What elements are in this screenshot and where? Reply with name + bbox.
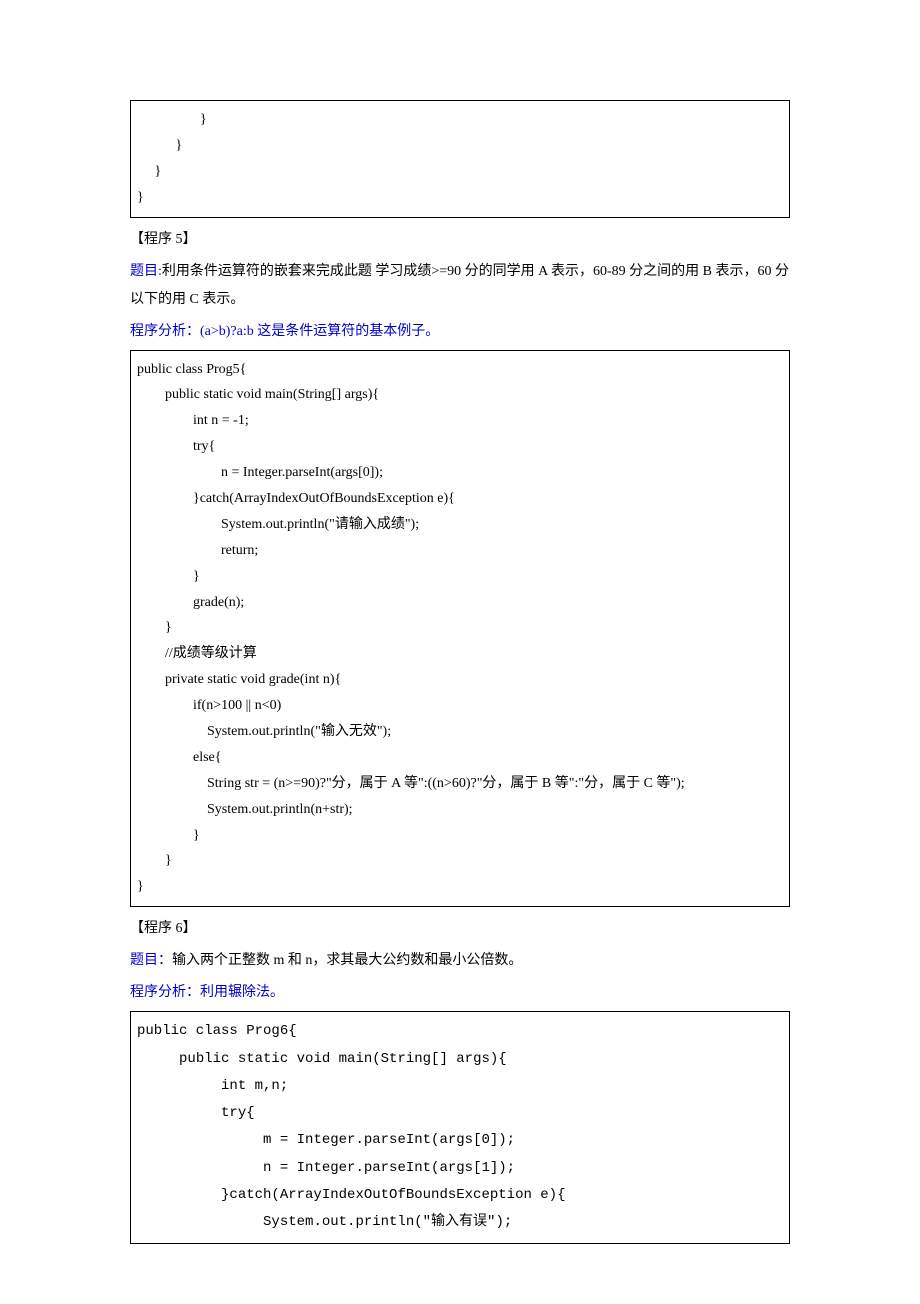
prog6-analysis-body: 利用辗除法。 [200, 985, 284, 1000]
prog5-analysis-label: 程序分析： [130, 324, 200, 339]
prog5-analysis-body: (a>b)?a:b 这是条件运算符的基本例子。 [200, 324, 439, 339]
prog5-question-prefix: 题目: [130, 264, 162, 279]
prog6-question-prefix: 题目： [130, 953, 172, 968]
prog6-question: 题目：输入两个正整数 m 和 n，求其最大公约数和最小公倍数。 [130, 947, 790, 975]
prog5-title: 【程序 5】 [130, 226, 790, 254]
code-block-2: public class Prog5{ public static void m… [130, 350, 790, 908]
prog6-analysis-label: 程序分析： [130, 985, 200, 1000]
prog5-analysis: 程序分析：(a>b)?a:b 这是条件运算符的基本例子。 [130, 318, 790, 346]
prog6-title: 【程序 6】 [130, 915, 790, 943]
prog6-question-body: 输入两个正整数 m 和 n，求其最大公约数和最小公倍数。 [172, 953, 522, 968]
code-content-2: public class Prog5{ public static void m… [137, 357, 783, 901]
code-content-1: } } } } [137, 107, 783, 211]
code-content-3: public class Prog6{ public static void m… [137, 1018, 783, 1236]
prog5-question: 题目:利用条件运算符的嵌套来完成此题 学习成绩>=90 分的同学用 A 表示，6… [130, 258, 790, 314]
prog5-question-body: 利用条件运算符的嵌套来完成此题 学习成绩>=90 分的同学用 A 表示，60-8… [130, 264, 789, 307]
code-block-1: } } } } [130, 100, 790, 218]
prog6-analysis: 程序分析：利用辗除法。 [130, 979, 790, 1007]
code-block-3: public class Prog6{ public static void m… [130, 1011, 790, 1243]
document-page: } } } } 【程序 5】 题目:利用条件运算符的嵌套来完成此题 学习成绩>=… [0, 0, 920, 1304]
